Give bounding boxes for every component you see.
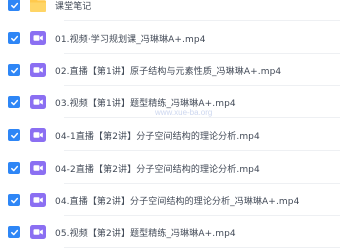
- file-row[interactable]: 05.视频【第2讲】题型精练_冯琳琳A+.mp4: [0, 216, 340, 248]
- file-row[interactable]: 03.视频【第1讲】题型精练_冯琳琳A+.mp4: [0, 86, 340, 118]
- video-file-icon: [29, 192, 47, 208]
- checkbox[interactable]: [8, 32, 20, 44]
- file-name: 04-1直播【第2讲】分子空间结构的理论分析.mp4: [55, 131, 260, 142]
- folder-name: 课堂笔记: [55, 1, 92, 12]
- divider: [64, 150, 340, 151]
- file-name: 02.直播【第1讲】原子结构与元素性质_冯琳琳A+.mp4: [55, 66, 282, 77]
- file-name: 05.视频【第2讲】题型精练_冯琳琳A+.mp4: [55, 228, 236, 239]
- file-name: 04.直播【第2讲】分子空间结构的理论分析_冯琳琳A+.mp4: [55, 196, 300, 207]
- divider: [64, 247, 340, 248]
- file-name: 03.视频【第1讲】题型精练_冯琳琳A+.mp4: [55, 98, 236, 109]
- checkbox[interactable]: [8, 194, 20, 206]
- file-row[interactable]: 02.直播【第1讲】原子结构与元素性质_冯琳琳A+.mp4: [0, 54, 340, 86]
- divider: [64, 20, 340, 21]
- video-file-icon: [29, 62, 47, 78]
- file-row[interactable]: 04-2直播【第2讲】分子空间结构的理论分析.mp4: [0, 152, 340, 184]
- video-file-icon: [29, 94, 47, 110]
- file-row[interactable]: 04-1直播【第2讲】分子空间结构的理论分析.mp4: [0, 119, 340, 151]
- file-row[interactable]: 04.直播【第2讲】分子空间结构的理论分析_冯琳琳A+.mp4: [0, 184, 340, 216]
- checkbox[interactable]: [8, 226, 20, 238]
- file-name: 01.视频·学习规划课_冯琳琳A+.mp4: [55, 34, 206, 45]
- checkbox[interactable]: [8, 96, 20, 108]
- checkbox[interactable]: [8, 64, 20, 76]
- video-file-icon: [29, 127, 47, 143]
- checkbox[interactable]: [8, 0, 20, 11]
- checkbox[interactable]: [8, 129, 20, 141]
- folder-icon: [29, 0, 47, 13]
- video-file-icon: [29, 30, 47, 46]
- checkbox[interactable]: [8, 162, 20, 174]
- file-row[interactable]: 01.视频·学习规划课_冯琳琳A+.mp4: [0, 22, 340, 54]
- divider: [64, 117, 340, 118]
- file-name: 04-2直播【第2讲】分子空间结构的理论分析.mp4: [55, 164, 260, 175]
- video-file-icon: [29, 160, 47, 176]
- video-file-icon: [29, 224, 47, 240]
- folder-row[interactable]: 课堂笔记: [0, 0, 340, 21]
